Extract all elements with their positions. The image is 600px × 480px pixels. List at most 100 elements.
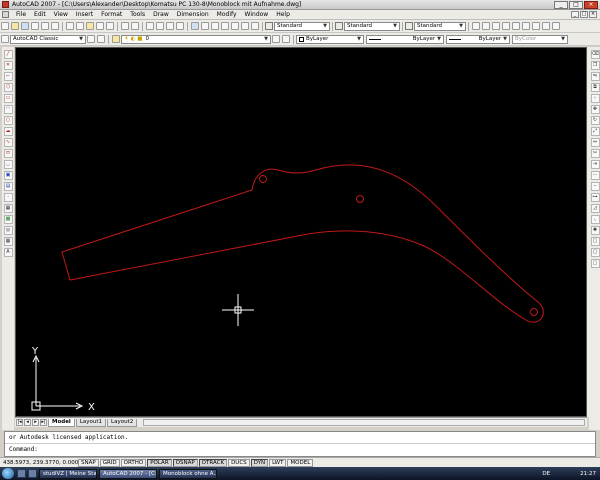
sheet-set-icon[interactable] (221, 22, 229, 30)
polyline-icon[interactable]: ⌐ (3, 72, 13, 81)
doc-restore-button[interactable]: □ (580, 11, 588, 18)
modify-extra-icon[interactable]: ▢ (590, 237, 600, 246)
close-button[interactable]: × (584, 0, 598, 9)
ducs-toggle[interactable]: DUCS (228, 458, 250, 467)
workspace-select[interactable]: AutoCAD Classic ▼ (10, 34, 86, 44)
mirror-icon[interactable]: ⇋ (590, 72, 600, 81)
qnew-icon[interactable] (1, 22, 9, 30)
match-properties-icon[interactable] (96, 22, 104, 30)
grid-toggle[interactable]: GRID (99, 458, 120, 467)
make-current-layer-icon[interactable] (272, 35, 280, 43)
rectangle-icon[interactable]: ▭ (3, 94, 13, 103)
lineweight-select[interactable]: ByLayer ▼ (446, 34, 510, 44)
document-icon[interactable] (2, 11, 9, 18)
fillet-icon[interactable]: ◟ (590, 215, 600, 224)
redo-icon[interactable] (131, 22, 139, 30)
zoom-realtime-icon[interactable] (156, 22, 164, 30)
region-icon[interactable]: ◎ (3, 226, 13, 235)
start-button[interactable] (2, 468, 14, 479)
plot-preview-icon[interactable] (41, 22, 49, 30)
distance-icon[interactable] (552, 22, 560, 30)
command-prompt[interactable]: Command: (5, 443, 595, 454)
text-style-select[interactable]: Standard ▼ (274, 21, 330, 31)
zoom-center-icon[interactable] (532, 22, 540, 30)
chamfer-icon[interactable]: ◿ (590, 204, 600, 213)
language-indicator[interactable]: DE (542, 471, 550, 477)
block-editor-icon[interactable] (106, 22, 114, 30)
zoom-window-icon[interactable] (166, 22, 174, 30)
arc-icon[interactable]: ◠ (3, 105, 13, 114)
gradient-icon[interactable]: ▩ (3, 215, 13, 224)
make-block-icon[interactable]: ▤ (3, 182, 13, 191)
pan-icon[interactable] (146, 22, 154, 30)
save-icon[interactable] (21, 22, 29, 30)
plot-icon[interactable] (31, 22, 39, 30)
maximize-button[interactable]: □ (569, 0, 583, 9)
task-monoblock[interactable]: Monoblock ohne A... (159, 468, 217, 479)
quicklaunch-desktop-icon[interactable] (17, 469, 26, 478)
spline-icon[interactable]: ∿ (3, 138, 13, 147)
publish-icon[interactable] (51, 22, 59, 30)
snap-toggle[interactable]: SNAP (78, 458, 99, 467)
doc-minimize-button[interactable]: _ (571, 11, 579, 18)
workspace-save-icon[interactable] (97, 35, 105, 43)
task-autocad[interactable]: AutoCAD 2007 - [C:... (99, 468, 157, 479)
workspace-settings-icon[interactable] (87, 35, 95, 43)
help-icon[interactable] (251, 22, 259, 30)
color-select[interactable]: ByLayer ▼ (296, 34, 364, 44)
osnap-toggle[interactable]: OSNAP (172, 458, 198, 467)
layer-select[interactable]: ☀ ◐ ■ 0 ▼ (121, 34, 271, 44)
ellipse-icon[interactable]: ⬭ (3, 149, 13, 158)
linetype-select[interactable]: ByLayer ▼ (366, 34, 444, 44)
break-at-point-icon[interactable]: ⋯ (590, 171, 600, 180)
menu-dimension[interactable]: Dimension (173, 10, 213, 20)
multiline-text-icon[interactable]: A (3, 248, 13, 257)
menu-edit[interactable]: Edit (30, 10, 50, 20)
otrack-toggle[interactable]: OTRACK (198, 458, 228, 467)
circle-icon[interactable]: ○ (3, 116, 13, 125)
ortho-toggle[interactable]: ORTHO (120, 458, 147, 467)
menu-window[interactable]: Window (241, 10, 273, 20)
tab-next-button[interactable]: ▸ (32, 419, 39, 426)
zoom-extents-icon[interactable] (472, 22, 480, 30)
point-icon[interactable]: · (3, 193, 13, 202)
offset-icon[interactable]: ⧉ (590, 83, 600, 92)
ellipse-arc-icon[interactable]: ◡ (3, 160, 13, 169)
undo-icon[interactable] (121, 22, 129, 30)
menu-draw[interactable]: Draw (149, 10, 173, 20)
doc-close-button[interactable]: × (589, 11, 597, 18)
clock[interactable]: 21:27 (580, 471, 596, 477)
construction-line-icon[interactable]: ✕ (3, 61, 13, 70)
zoom-all-icon[interactable] (502, 22, 510, 30)
cut-icon[interactable] (66, 22, 74, 30)
explode-icon[interactable]: ✺ (590, 226, 600, 235)
menu-view[interactable]: View (50, 10, 72, 20)
tab-prev-button[interactable]: ◂ (24, 419, 31, 426)
join-icon[interactable]: ⊶ (590, 193, 600, 202)
menu-insert[interactable]: Insert (72, 10, 97, 20)
menu-format[interactable]: Format (97, 10, 126, 20)
zoom-scale-icon[interactable] (522, 22, 530, 30)
quickcalc-icon[interactable] (241, 22, 249, 30)
polar-toggle[interactable]: POLAR (147, 458, 172, 467)
tab-first-button[interactable]: |◂ (16, 419, 23, 426)
model-toggle[interactable]: MODEL (287, 458, 314, 467)
vertical-scrollbar[interactable] (587, 47, 589, 417)
rotate-icon[interactable]: ↻ (590, 116, 600, 125)
extend-icon[interactable]: ⇥ (590, 160, 600, 169)
menu-modify[interactable]: Modify (213, 10, 241, 20)
paste-icon[interactable] (86, 22, 94, 30)
tab-layout1[interactable]: Layout1 (75, 418, 107, 427)
revision-cloud-icon[interactable]: ☁ (3, 127, 13, 136)
dyn-toggle[interactable]: DYN (250, 458, 269, 467)
minimize-button[interactable]: _ (554, 0, 568, 9)
zoom-object-icon[interactable] (542, 22, 550, 30)
modify-extra2-icon[interactable]: ▢ (590, 248, 600, 257)
break-icon[interactable]: ╌ (590, 182, 600, 191)
move-icon[interactable]: ✥ (590, 105, 600, 114)
zoom-dynamic-icon[interactable] (512, 22, 520, 30)
array-icon[interactable]: ⁘ (590, 94, 600, 103)
design-center-icon[interactable] (201, 22, 209, 30)
task-browser[interactable]: studiVZ | Meine Star... (39, 468, 97, 479)
trim-icon[interactable]: ✂ (590, 149, 600, 158)
